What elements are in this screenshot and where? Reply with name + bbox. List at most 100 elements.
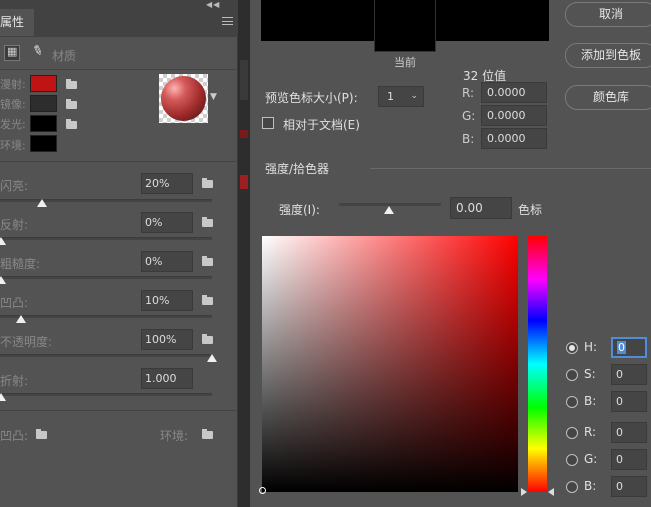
- blue-label: B:: [584, 479, 597, 493]
- material-tab-label[interactable]: 材质: [52, 47, 76, 64]
- folder-icon[interactable]: [202, 256, 213, 266]
- float-g-label: G:: [462, 109, 476, 123]
- blue-field[interactable]: 0: [611, 476, 647, 497]
- reflection-slider-track[interactable]: [0, 237, 212, 240]
- brightness-label: B:: [584, 394, 597, 408]
- panel-tab-bar: 属性 ◀◀: [0, 0, 238, 37]
- bump-slider-thumb[interactable]: [16, 315, 26, 323]
- strength-value-field[interactable]: 0.00: [450, 197, 512, 219]
- hue-slider-right-arrow[interactable]: [548, 488, 554, 496]
- relative-to-document-checkbox[interactable]: [262, 117, 274, 129]
- shine-value-field[interactable]: 20%: [141, 173, 193, 194]
- collapse-arrows-icon[interactable]: ◀◀: [206, 0, 220, 9]
- green-radio[interactable]: [566, 454, 578, 466]
- folder-icon[interactable]: [202, 178, 213, 188]
- red-radio[interactable]: [566, 427, 578, 439]
- hue-slider-left-arrow[interactable]: [521, 488, 527, 496]
- canvas-sliver: [240, 130, 248, 138]
- illumination-color-swatch[interactable]: [30, 115, 57, 132]
- brightness-radio[interactable]: [566, 396, 578, 408]
- roughness-slider-thumb[interactable]: [0, 276, 6, 284]
- folder-icon[interactable]: [202, 334, 213, 344]
- material-label-specular: 镜像:: [0, 98, 26, 111]
- properties-panel: 属性 ◀◀ ✎ 材质 漫射: 镜像: 发光: 环境: ▼ 闪亮: 20% 反射:…: [0, 0, 238, 507]
- hue-radio[interactable]: [566, 342, 578, 354]
- folder-icon[interactable]: [36, 429, 47, 439]
- preview-size-select[interactable]: 1 ⌄: [378, 86, 424, 107]
- bump-value-field[interactable]: 10%: [141, 290, 193, 311]
- saturation-brightness-field[interactable]: [262, 236, 518, 492]
- bottom-environment-label: 环境:: [160, 429, 189, 443]
- mesh-icon[interactable]: [4, 45, 20, 61]
- chevron-down-icon[interactable]: ▼: [210, 92, 217, 102]
- panel-menu-icon[interactable]: [222, 17, 233, 25]
- saturation-field[interactable]: 0: [611, 364, 647, 385]
- saturation-radio[interactable]: [566, 369, 578, 381]
- shine-label: 闪亮:: [0, 179, 29, 193]
- saturation-label: S:: [584, 367, 596, 381]
- refraction-value-field[interactable]: 1.000: [141, 368, 193, 389]
- reflection-slider-thumb[interactable]: [0, 237, 6, 245]
- red-field[interactable]: 0: [611, 422, 647, 443]
- cancel-button[interactable]: 取消: [565, 2, 651, 27]
- section-divider: [370, 168, 651, 169]
- add-to-swatches-button[interactable]: 添加到色板: [565, 43, 651, 68]
- opacity-label: 不透明度:: [0, 335, 53, 349]
- bump-label: 凹凸:: [0, 296, 29, 310]
- ambient-color-swatch[interactable]: [30, 135, 57, 152]
- brush-icon[interactable]: ✎: [30, 43, 45, 61]
- refraction-label: 折射:: [0, 374, 29, 388]
- canvas-sliver: [240, 60, 248, 100]
- folder-icon[interactable]: [66, 119, 77, 129]
- specular-color-swatch[interactable]: [30, 95, 57, 112]
- folder-icon[interactable]: [202, 429, 213, 439]
- tab-properties[interactable]: 属性: [0, 9, 34, 36]
- shine-slider-track[interactable]: [0, 199, 212, 202]
- refraction-slider-track[interactable]: [0, 393, 212, 396]
- folder-icon[interactable]: [202, 217, 213, 227]
- hue-label: H:: [584, 340, 598, 354]
- diffuse-color-swatch[interactable]: [30, 75, 57, 92]
- canvas-sliver: [240, 175, 248, 189]
- relative-to-document-label: 相对于文档(E): [283, 118, 360, 132]
- float-b-field[interactable]: 0.0000: [481, 128, 547, 149]
- preview-size-label: 预览色标大小(P):: [265, 91, 358, 105]
- hue-field[interactable]: 0: [611, 337, 647, 358]
- preview-size-value: 1: [387, 90, 394, 103]
- reflection-value-field[interactable]: 0%: [141, 212, 193, 233]
- blue-radio[interactable]: [566, 481, 578, 493]
- hue-slider[interactable]: [528, 236, 547, 492]
- reflection-label: 反射:: [0, 218, 29, 232]
- float-g-field[interactable]: 0.0000: [481, 105, 547, 126]
- red-label: R:: [584, 425, 597, 439]
- opacity-slider-track[interactable]: [0, 354, 212, 357]
- current-label: 当前: [394, 56, 416, 69]
- shine-slider-thumb[interactable]: [37, 199, 47, 207]
- roughness-value-field[interactable]: 0%: [141, 251, 193, 272]
- folder-icon[interactable]: [202, 295, 213, 305]
- color-libraries-button[interactable]: 颜色库: [565, 85, 651, 110]
- bottom-bump-label: 凹凸:: [0, 429, 29, 443]
- refraction-slider-thumb[interactable]: [0, 393, 6, 401]
- brightness-field[interactable]: 0: [611, 391, 647, 412]
- current-color-preview[interactable]: [374, 0, 436, 52]
- swatch-label: 色标: [518, 203, 543, 217]
- material-preview-thumbnail[interactable]: [159, 74, 208, 123]
- roughness-slider-track[interactable]: [0, 276, 212, 279]
- green-field[interactable]: 0: [611, 449, 647, 470]
- properties-icon-row: ✎ 材质: [0, 37, 238, 70]
- color-field-marker[interactable]: [259, 487, 266, 494]
- material-label-ambient: 环境:: [0, 139, 26, 152]
- strength-slider-thumb[interactable]: [384, 206, 394, 214]
- chevron-down-icon: ⌄: [410, 91, 418, 101]
- folder-icon[interactable]: [66, 99, 77, 109]
- opacity-value-field[interactable]: 100%: [141, 329, 193, 350]
- folder-icon[interactable]: [66, 79, 77, 89]
- bump-slider-track[interactable]: [0, 315, 212, 318]
- material-label-diffuse: 漫射:: [0, 78, 26, 91]
- color-picker-dialog: 当前 取消 添加到色板 颜色库 预览色标大小(P): 1 ⌄ 相对于文档(E) 3…: [250, 0, 651, 507]
- section-title: 强度/拾色器: [265, 162, 330, 176]
- float-r-field[interactable]: 0.0000: [481, 82, 547, 103]
- opacity-slider-thumb[interactable]: [207, 354, 217, 362]
- divider: [0, 161, 238, 162]
